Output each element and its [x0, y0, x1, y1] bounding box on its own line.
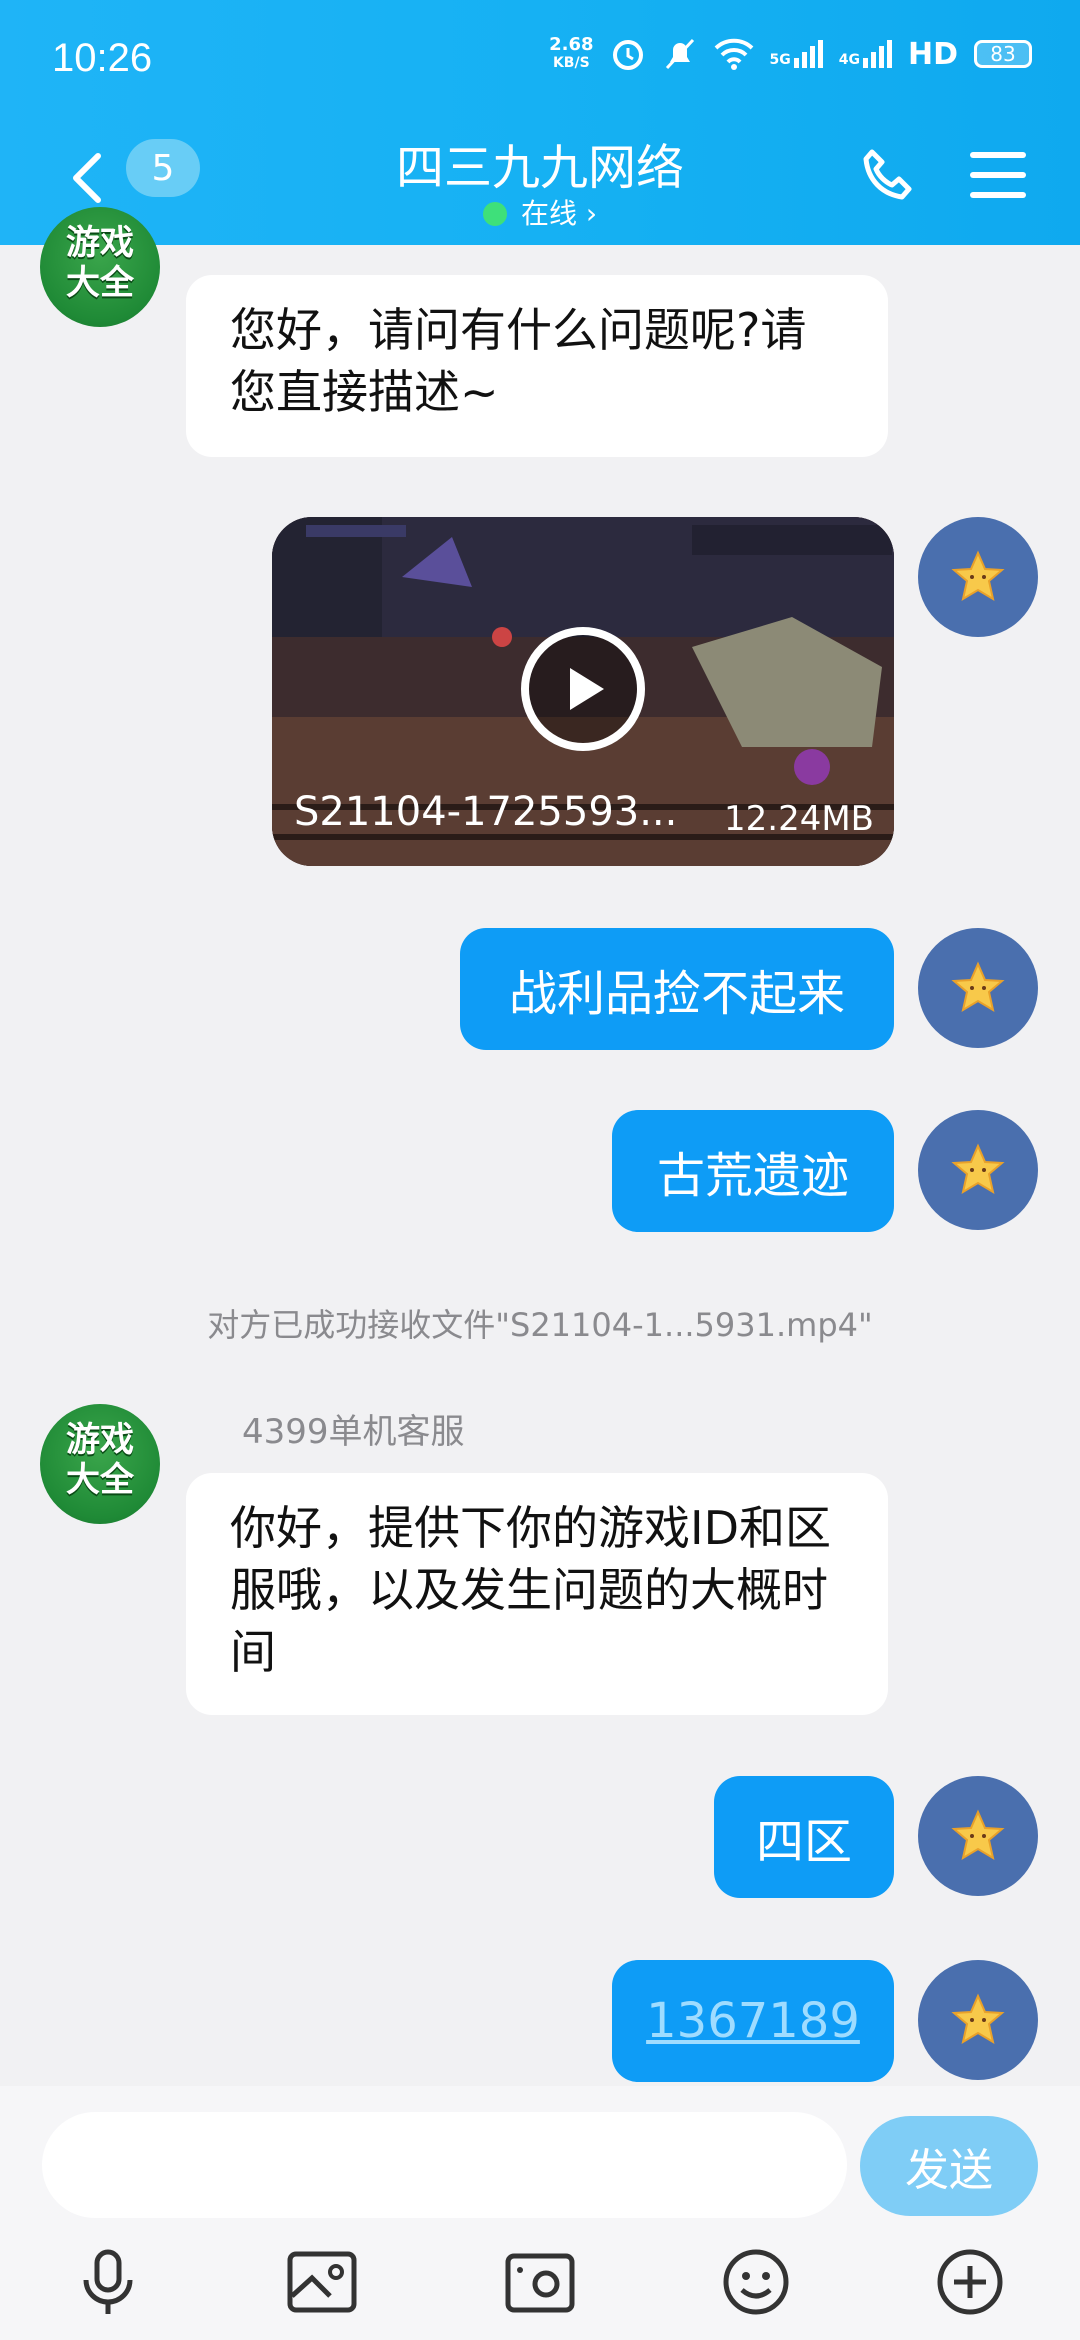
nav-bar: 5 四三九九网络 在线 › [0, 120, 1080, 245]
image-icon[interactable] [286, 2246, 358, 2318]
mic-icon[interactable] [72, 2246, 144, 2318]
agent-avatar[interactable]: 游戏 大全 [40, 1404, 160, 1524]
emoji-icon[interactable] [720, 2246, 792, 2318]
signal-5g: 5G [770, 40, 823, 68]
menu-icon[interactable] [968, 148, 1028, 202]
incoming-message[interactable]: 你好，提供下你的游戏ID和区服哦，以及发生问题的大概时间 [186, 1473, 888, 1715]
status-time: 10:26 [52, 36, 153, 80]
send-button[interactable]: 发送 [860, 2116, 1038, 2216]
video-message[interactable]: S21104-1725593... 12.24MB [272, 517, 894, 866]
status-icons: 2.68 KB/S 5G 4G HD 83 [549, 36, 1032, 72]
net-speed: 2.68 KB/S [549, 34, 594, 72]
outgoing-message[interactable]: 四区 [714, 1776, 894, 1898]
user-avatar[interactable] [918, 1110, 1038, 1230]
online-dot-icon [482, 202, 507, 226]
mute-bell-icon [665, 38, 694, 70]
status-bar: 10:26 2.68 KB/S 5G 4G HD 83 [0, 0, 1080, 120]
battery-indicator: 83 [974, 40, 1032, 68]
sender-name: 4399单机客服 [242, 1412, 465, 1452]
alarm-icon [612, 40, 643, 70]
user-avatar[interactable] [918, 1776, 1038, 1896]
presence-status[interactable]: 在线 › [0, 192, 1080, 232]
outgoing-message[interactable]: 古荒遗迹 [612, 1110, 894, 1232]
wifi-icon [714, 38, 753, 70]
star-face-icon [951, 961, 1005, 1013]
camera-icon[interactable] [504, 2246, 576, 2318]
star-face-icon [951, 550, 1005, 602]
incoming-message[interactable]: 您好，请问有什么问题呢?请您直接描述~ [186, 275, 888, 457]
outgoing-message[interactable]: 1367189 [612, 1960, 894, 2082]
plus-icon[interactable] [934, 2246, 1006, 2318]
outgoing-message[interactable]: 战利品捡不起来 [460, 928, 894, 1050]
input-bar: 发送 [0, 2086, 1080, 2340]
video-size: 12.24MB [724, 799, 874, 839]
hd-indicator: HD [907, 36, 958, 72]
signal-4g: 4G [839, 40, 892, 68]
user-avatar[interactable] [918, 928, 1038, 1048]
message-input[interactable] [42, 2112, 847, 2218]
chat-header: 10:26 2.68 KB/S 5G 4G HD 83 5 四三九九网络 在线 › [0, 0, 1080, 245]
phone-icon[interactable] [858, 146, 918, 206]
agent-avatar[interactable]: 游戏 大全 [40, 207, 160, 327]
system-notice: 对方已成功接收文件"S21104-1...5931.mp4" [207, 1306, 873, 1344]
user-avatar[interactable] [918, 517, 1038, 637]
play-icon[interactable] [518, 624, 648, 754]
user-avatar[interactable] [918, 1960, 1038, 2080]
star-face-icon [951, 1143, 1005, 1195]
video-filename: S21104-1725593... [294, 789, 678, 835]
number-link[interactable]: 1367189 [646, 1993, 860, 2049]
star-face-icon [951, 1809, 1005, 1861]
star-face-icon [951, 1993, 1005, 2045]
chat-title: 四三九九网络 [395, 140, 684, 196]
